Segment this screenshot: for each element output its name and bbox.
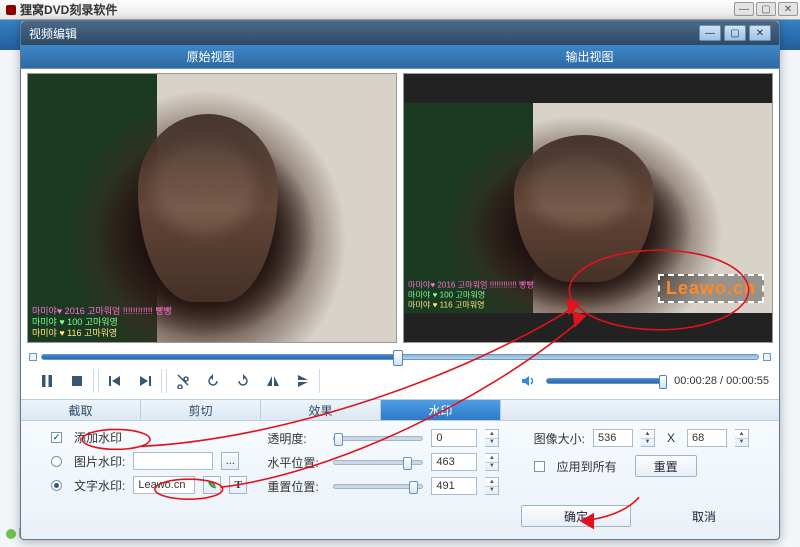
app-icon xyxy=(6,5,16,15)
hpos-slider[interactable] xyxy=(333,460,423,465)
vpos-slider[interactable] xyxy=(333,484,423,489)
size-height-input[interactable]: 68 xyxy=(687,429,727,447)
opacity-slider[interactable] xyxy=(333,436,423,441)
flip-vertical-button[interactable] xyxy=(293,371,313,391)
original-view-header: 原始视图 xyxy=(21,45,400,68)
volume-slider[interactable] xyxy=(546,378,666,384)
video-frame-image xyxy=(28,74,396,342)
image-watermark-radio[interactable]: 图片水印: ... xyxy=(51,452,247,470)
text-watermark-radio[interactable]: 文字水印: Leawo.cn ✎ T xyxy=(51,476,247,494)
app-title: 狸窝DVD刻录软件 xyxy=(20,1,117,18)
add-watermark-checkbox[interactable]: ✓添加水印 xyxy=(51,429,247,446)
browse-image-button[interactable]: ... xyxy=(221,452,239,470)
size-x-label: X xyxy=(667,431,675,445)
timeline-slider[interactable] xyxy=(29,349,771,365)
stop-button[interactable] xyxy=(67,371,87,391)
timeline-end-marker[interactable] xyxy=(763,353,771,361)
tab-trim[interactable]: 剪切 xyxy=(141,400,261,420)
text-font-button[interactable]: T xyxy=(229,476,247,494)
output-preview: 마미야♥ 2016 고마워엄 !!!!!!!!!!!! 빵빵 마미야 ♥ 100… xyxy=(403,73,773,343)
dialog-titlebar: 视频编辑 — ▢ ✕ xyxy=(21,21,779,45)
vpos-spinner[interactable]: ▲▼ xyxy=(485,477,499,495)
parent-window-titlebar: 狸窝DVD刻录软件 xyxy=(0,0,800,20)
subtitle-overlay: 마미야♥ 2016 고마워엄 !!!!!!!!!!!! 빵빵 마미야 ♥ 100… xyxy=(32,306,290,339)
time-display: 00:00:28 / 00:00:55 xyxy=(674,375,769,387)
text-watermark-input[interactable]: Leawo.cn xyxy=(133,476,195,494)
tab-watermark[interactable]: 水印 xyxy=(381,400,501,420)
dialog-maximize-button[interactable]: ▢ xyxy=(724,25,746,41)
timeline-start-marker[interactable] xyxy=(29,353,37,361)
opacity-label: 透明度: xyxy=(267,430,325,447)
video-edit-dialog: 视频编辑 — ▢ ✕ 原始视图 输出视图 마미야♥ 2016 고마워엄 !!!!… xyxy=(20,20,780,540)
vpos-label: 重置位置: xyxy=(267,478,325,495)
crop-tool-button[interactable] xyxy=(173,371,193,391)
ok-button[interactable]: 确定 xyxy=(521,505,631,527)
parent-maximize-button[interactable]: ▢ xyxy=(756,2,776,16)
text-color-button[interactable]: ✎ xyxy=(203,476,221,494)
dialog-close-button[interactable]: ✕ xyxy=(749,25,771,41)
original-preview[interactable]: 마미야♥ 2016 고마워엄 !!!!!!!!!!!! 빵빵 마미야 ♥ 100… xyxy=(27,73,397,343)
cancel-button[interactable]: 取消 xyxy=(659,505,749,527)
parent-minimize-button[interactable]: — xyxy=(734,2,754,16)
status-dot-icon xyxy=(6,529,16,539)
opacity-spinner[interactable]: ▲▼ xyxy=(485,429,499,447)
output-view-header: 输出视图 xyxy=(400,45,779,68)
image-watermark-path[interactable] xyxy=(133,452,213,470)
timeline-thumb[interactable] xyxy=(393,350,403,366)
rotate-right-button[interactable] xyxy=(233,371,253,391)
vpos-value[interactable]: 491 xyxy=(431,477,477,495)
next-frame-button[interactable] xyxy=(135,371,155,391)
hpos-spinner[interactable]: ▲▼ xyxy=(485,453,499,471)
subtitle-overlay: 마미야♥ 2016 고마워엄 !!!!!!!!!!!! 빵빵 마미야 ♥ 100… xyxy=(408,280,640,310)
size-width-spinner[interactable]: ▲▼ xyxy=(641,429,655,447)
reset-button[interactable]: 重置 xyxy=(635,455,697,477)
hpos-label: 水平位置: xyxy=(267,454,325,471)
image-size-label: 图像大小: xyxy=(534,430,585,447)
parent-close-button[interactable]: ✕ xyxy=(778,2,798,16)
tab-effect[interactable]: 效果 xyxy=(261,400,381,420)
watermark-overlay[interactable]: Leawo.cn xyxy=(658,274,764,303)
hpos-value[interactable]: 463 xyxy=(431,453,477,471)
size-height-spinner[interactable]: ▲▼ xyxy=(735,429,749,447)
dialog-title: 视频编辑 xyxy=(29,25,77,42)
dialog-minimize-button[interactable]: — xyxy=(699,25,721,41)
pause-button[interactable] xyxy=(37,371,57,391)
prev-frame-button[interactable] xyxy=(105,371,125,391)
volume-icon[interactable] xyxy=(518,371,538,391)
size-width-input[interactable]: 536 xyxy=(593,429,633,447)
rotate-left-button[interactable] xyxy=(203,371,223,391)
flip-horizontal-button[interactable] xyxy=(263,371,283,391)
apply-to-all-checkbox[interactable]: ✓应用到所有 xyxy=(534,458,617,475)
watermark-panel: ✓添加水印 图片水印: ... 文字水印: Leawo.cn ✎ T 透明 xyxy=(21,421,779,539)
tab-crop[interactable]: 截取 xyxy=(21,400,141,420)
opacity-value[interactable]: 0 xyxy=(431,429,477,447)
